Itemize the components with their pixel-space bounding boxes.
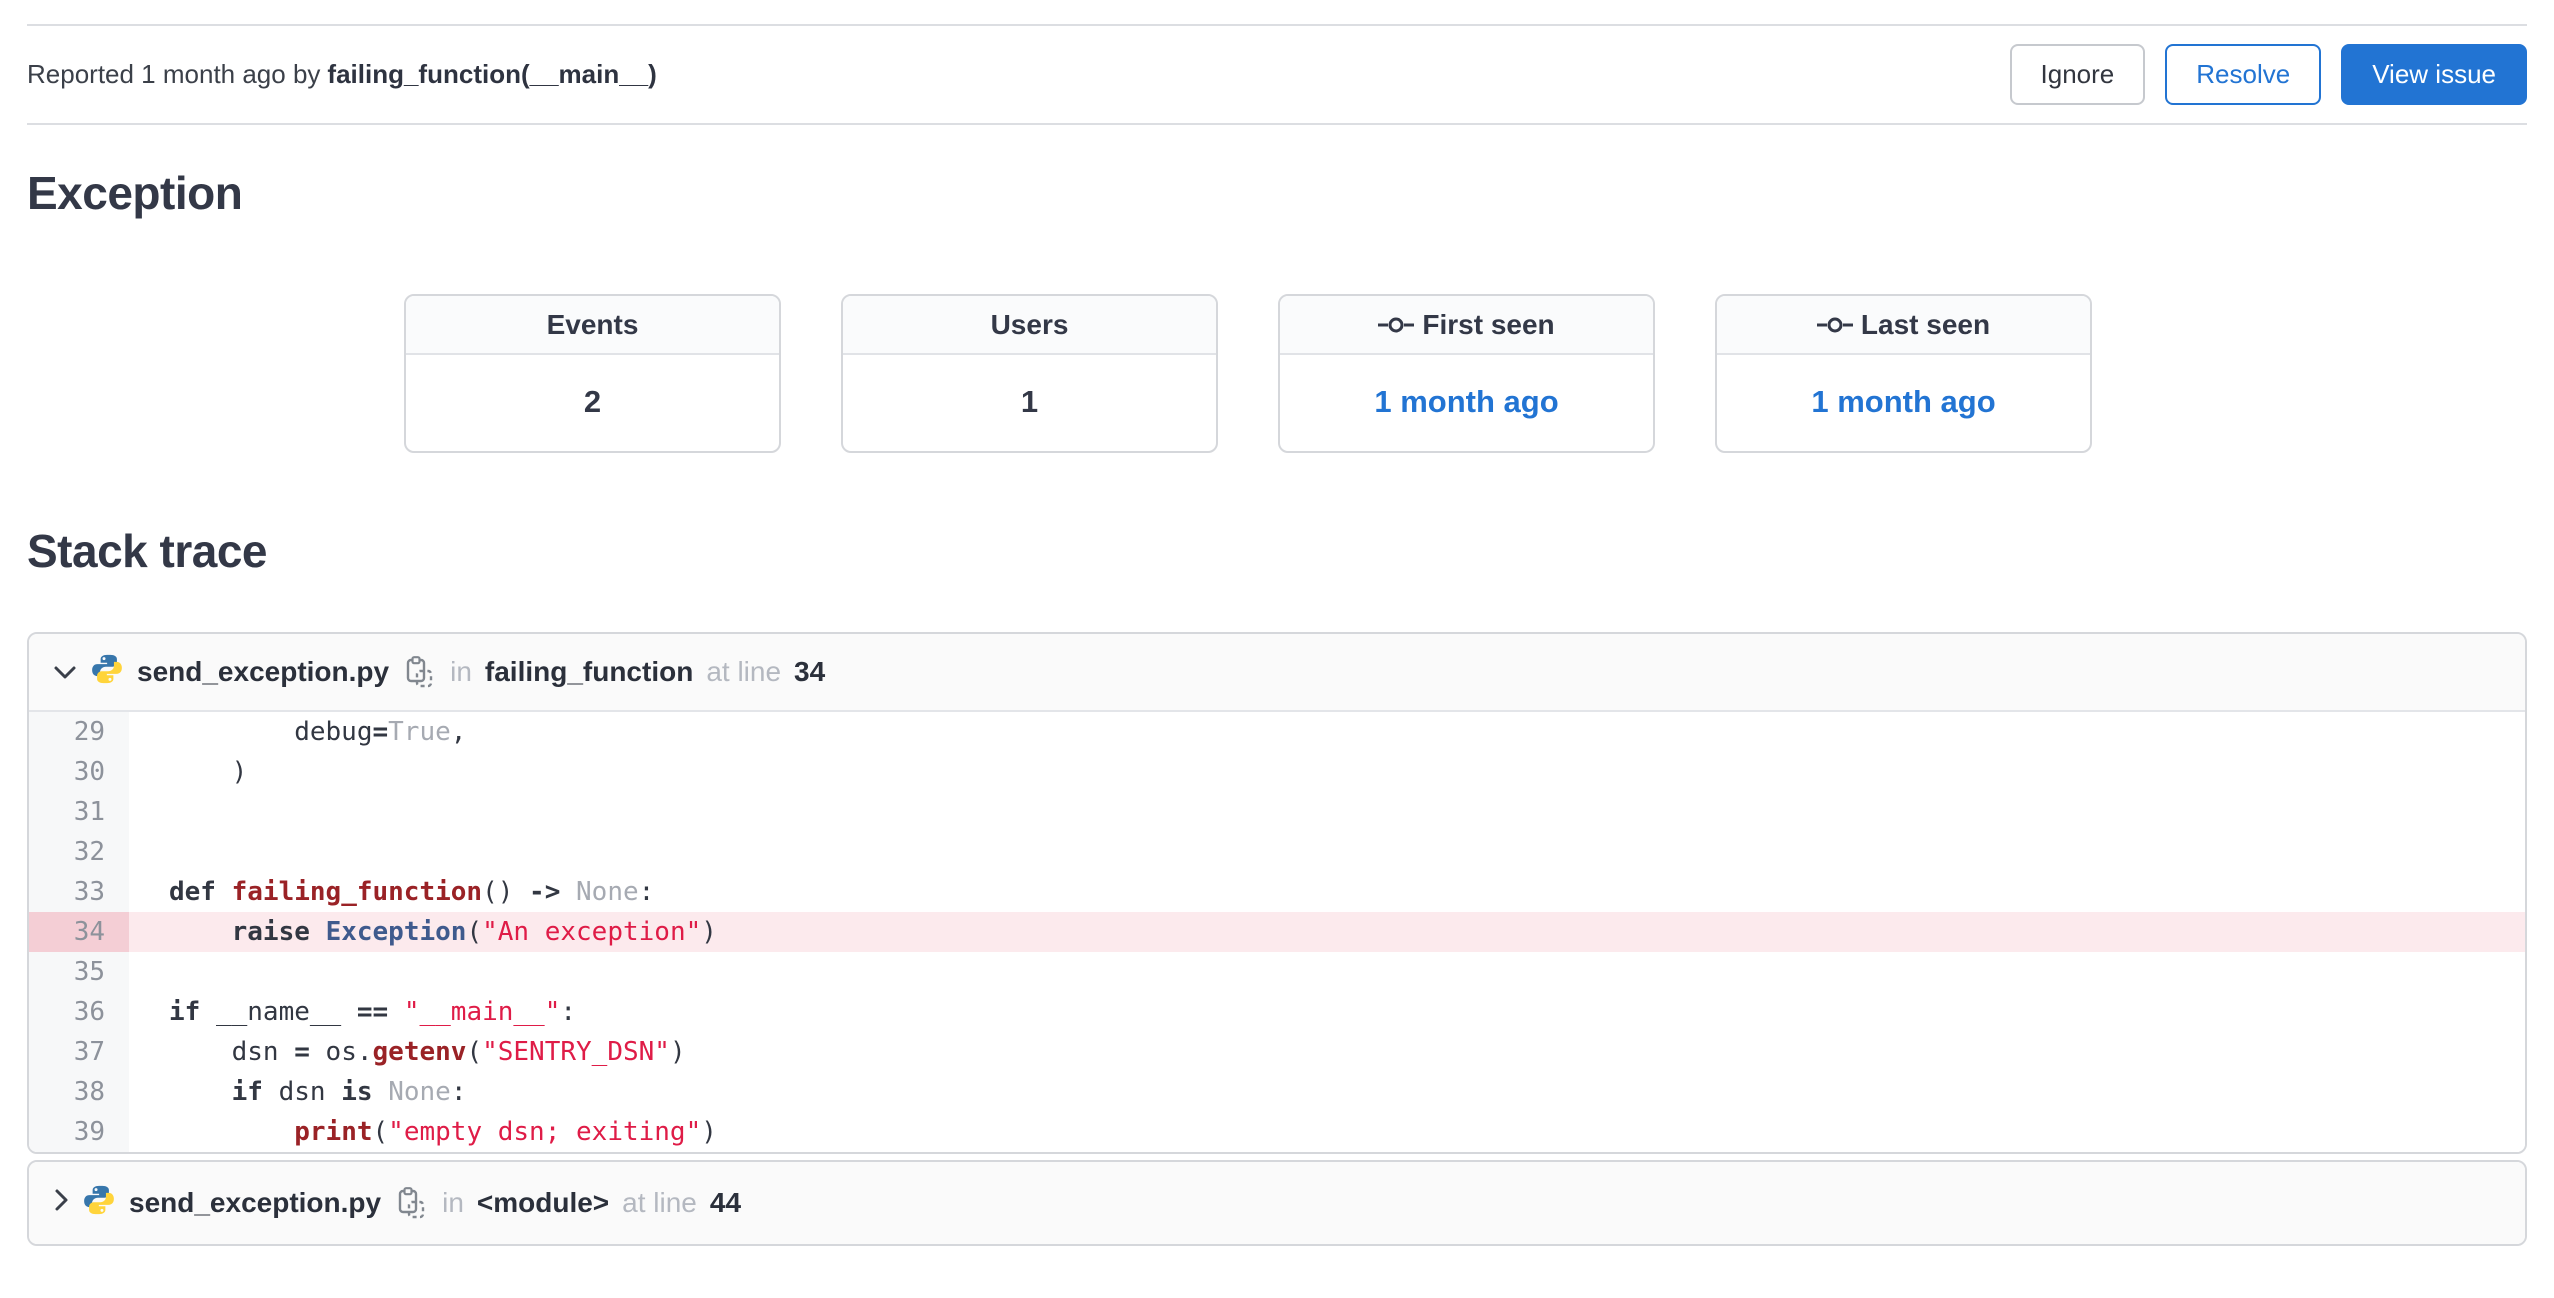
line-number: 35 [29, 952, 129, 992]
code-line-35: 35 [29, 952, 2525, 992]
stat-label-text: Last seen [1860, 308, 1991, 340]
code-line-39: 39 print("empty dsn; exiting") [29, 1112, 2525, 1152]
exception-heading: Exception [27, 167, 243, 219]
resolve-button[interactable]: Resolve [2165, 44, 2322, 105]
frame-line-number: 34 [794, 656, 826, 687]
frame-function: failing_function [484, 656, 694, 687]
line-number: 39 [29, 1112, 129, 1152]
code-text: if __name__ == "__main__": [169, 997, 577, 1027]
commit-icon [1378, 314, 1415, 336]
code-text: def failing_function() -> None: [169, 877, 655, 907]
code-text: if dsn is None: [231, 1077, 467, 1107]
line-number: 34 [29, 912, 129, 952]
reported-prefix: Reported 1 month ago by [27, 59, 321, 89]
issue-detail-page: Reported 1 month ago by failing_function(… [0, 24, 2554, 1246]
frame-header-toggle[interactable]: send_exception.py in failing_function at… [29, 634, 2525, 712]
stat-card-last-seen: Last seen 1 month ago [1715, 294, 2092, 453]
code-line-33: 33 def failing_function() -> None: [29, 872, 2525, 912]
reported-text: Reported 1 month ago by failing_function(… [27, 59, 657, 90]
code-lines: 29 debug=True, 30 ) 31 32 33 def failing_func… [29, 712, 2525, 1152]
ignore-button[interactable]: Ignore [2009, 44, 2146, 105]
stat-card-users: Users 1 [841, 294, 1218, 453]
view-issue-button[interactable]: View issue [2341, 44, 2527, 105]
chevron-right-icon [53, 1187, 69, 1219]
code-text: debug=True, [169, 717, 467, 747]
stat-label-text: First seen [1422, 308, 1555, 340]
header-bar: Reported 1 month ago by failing_function(… [27, 26, 2527, 123]
line-number: 32 [29, 832, 129, 872]
copy-button[interactable] [402, 656, 437, 688]
line-number: 33 [29, 872, 129, 912]
action-buttons: Ignore Resolve View issue [2009, 44, 2527, 105]
stack-frame-expanded: send_exception.py in failing_function at… [27, 632, 2527, 1154]
python-icon [82, 1183, 116, 1224]
code-line-36: 36 if __name__ == "__main__": [29, 992, 2525, 1032]
code-line-38: 38 if dsn is None: [29, 1072, 2525, 1112]
python-icon [90, 652, 124, 693]
frame-at-words: at line [622, 1187, 697, 1218]
stat-value-users: 1 [1020, 384, 1039, 419]
line-number: 36 [29, 992, 129, 1032]
first-seen-link[interactable]: 1 month ago [1280, 355, 1653, 449]
line-number: 31 [29, 792, 129, 832]
line-number: 38 [29, 1072, 129, 1112]
code-line-34: 34 raise Exception("An exception") [29, 912, 2525, 952]
frame-at-words: at line [706, 656, 782, 687]
line-number: 30 [29, 752, 129, 792]
copy-button[interactable] [394, 1187, 429, 1219]
line-number: 29 [29, 712, 129, 752]
reporter-name: failing_function(__main__) [327, 59, 657, 89]
code-line-30: 30 ) [29, 752, 2525, 792]
frame-function: <module> [476, 1187, 610, 1218]
stat-label-text: Users [990, 308, 1069, 340]
copy-icon [406, 656, 433, 688]
chevron-down-icon [53, 656, 77, 688]
stat-label-first-seen: First seen [1280, 296, 1653, 355]
code-line-31: 31 [29, 792, 2525, 832]
stat-label-text: Events [546, 308, 639, 340]
code-line-32: 32 [29, 832, 2525, 872]
frame-in-word: in [450, 656, 472, 687]
stats-row: Events 2 Users 1 First seen 1 month ago … [404, 294, 2527, 453]
frame-filename: send_exception.py [129, 1187, 382, 1218]
stat-value-events: 2 [583, 384, 602, 419]
line-number: 37 [29, 1032, 129, 1072]
stat-card-first-seen: First seen 1 month ago [1278, 294, 1655, 453]
frame-line-number: 44 [709, 1187, 742, 1218]
code-text: print("empty dsn; exiting") [294, 1117, 717, 1147]
stat-label-users: Users [843, 296, 1216, 355]
stack-trace-heading: Stack trace [27, 525, 268, 577]
code-text: dsn = os.getenv("SENTRY_DSN") [169, 1037, 686, 1067]
code-text: raise Exception("An exception") [231, 917, 717, 947]
code-line-29: 29 debug=True, [29, 712, 2525, 752]
header-divider [27, 123, 2527, 125]
last-seen-link[interactable]: 1 month ago [1717, 355, 2090, 449]
stack-frame-collapsed: send_exception.py in <module> at line 44 [27, 1160, 2527, 1246]
stat-label-events: Events [406, 296, 779, 355]
stat-card-events: Events 2 [404, 294, 781, 453]
frame-in-word: in [442, 1187, 464, 1218]
copy-icon [398, 1187, 425, 1219]
frame-filename: send_exception.py [137, 656, 390, 687]
frame-header-toggle[interactable]: send_exception.py in <module> at line 44 [29, 1162, 2525, 1244]
stat-label-last-seen: Last seen [1717, 296, 2090, 355]
code-line-37: 37 dsn = os.getenv("SENTRY_DSN") [29, 1032, 2525, 1072]
code-text: ) [169, 757, 248, 787]
commit-icon [1816, 314, 1853, 336]
